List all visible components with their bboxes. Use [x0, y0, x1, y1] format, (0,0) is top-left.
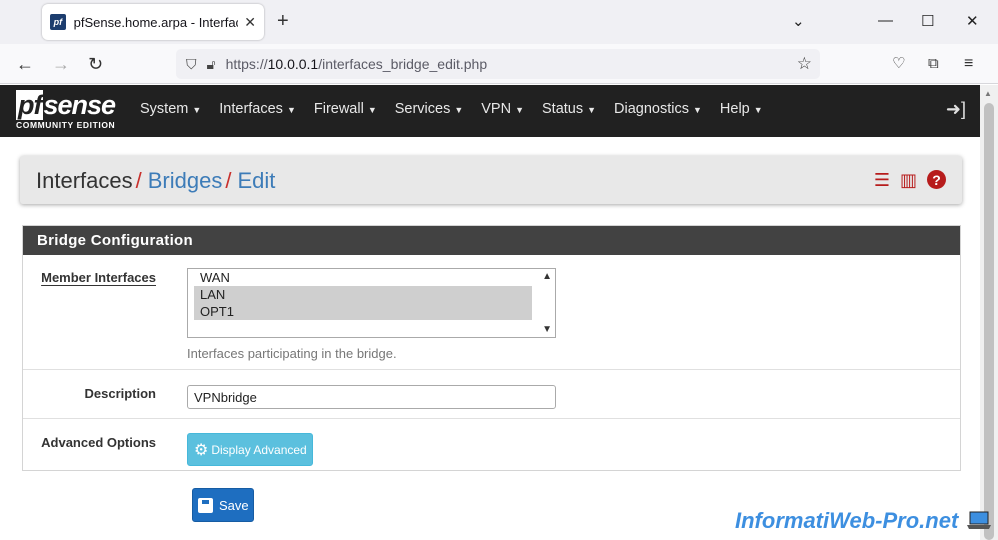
description-label: Description	[84, 386, 156, 401]
forward-arrow-icon[interactable]: →	[52, 54, 70, 74]
caret-down-icon: ▼	[192, 105, 202, 115]
pocket-icon[interactable]: ♡	[892, 54, 905, 74]
new-tab-icon[interactable]: +	[277, 11, 289, 31]
display-advanced-button[interactable]: ⚙ Display Advanced	[187, 433, 313, 466]
sliders-icon[interactable]: ☰	[874, 170, 890, 191]
breadcrumb-root: Interfaces	[36, 168, 133, 193]
option-lan[interactable]: LAN	[194, 286, 532, 303]
menu-help[interactable]: Help ▼	[720, 101, 763, 117]
menu-interfaces[interactable]: Interfaces ▼	[219, 101, 296, 117]
laptop-icon	[967, 511, 991, 529]
reload-icon[interactable]: ↻	[88, 54, 103, 74]
tab-title: pfSense.home.arpa - Interfaces: Bridges:…	[73, 14, 239, 30]
pfsense-logo[interactable]: pfsense COMMUNITY EDITION	[16, 90, 116, 130]
extensions-icon[interactable]: ⧉	[928, 54, 939, 74]
menu-system[interactable]: System ▼	[140, 101, 201, 117]
advanced-options-row: Advanced Options ⚙ Display Advanced	[23, 419, 960, 470]
tab-list-chevron-down-icon[interactable]: ⌄	[792, 12, 805, 30]
menu-diagnostics[interactable]: Diagnostics ▼	[614, 101, 702, 117]
lock-warning-icon[interactable]: 🔓︎	[207, 56, 216, 73]
breadcrumb-bridges-link[interactable]: Bridges	[148, 168, 223, 193]
maximize-icon[interactable]: ☐	[921, 12, 934, 30]
close-window-icon[interactable]: ✕	[966, 12, 979, 30]
browser-nav-bar: ← → ↻ ⛉ 🔓︎ https://10.0.0.1/interfaces_b…	[0, 44, 998, 84]
listbox-scroll-down-icon[interactable]: ▼	[542, 324, 552, 335]
menu-hamburger-icon[interactable]: ≡	[964, 54, 973, 74]
breadcrumb-panel: Interfaces / Bridges / Edit ☰ ▥ ?	[20, 156, 962, 204]
listbox-scroll-up-icon[interactable]: ▲	[542, 271, 552, 282]
scroll-up-icon[interactable]: ▲	[984, 89, 992, 98]
shield-icon[interactable]: ⛉	[186, 56, 197, 73]
description-row: Description VPNbridge	[23, 370, 960, 419]
member-interfaces-label: Member Interfaces	[41, 270, 156, 285]
menu-firewall[interactable]: Firewall ▼	[314, 101, 377, 117]
menu-vpn[interactable]: VPN ▼	[481, 101, 524, 117]
caret-down-icon: ▼	[454, 105, 464, 115]
caret-down-icon: ▼	[286, 105, 296, 115]
caret-down-icon: ▼	[693, 105, 702, 115]
minimize-icon[interactable]: —	[878, 12, 893, 29]
member-interfaces-help: Interfaces participating in the bridge.	[187, 346, 397, 361]
scrollbar-thumb[interactable]	[984, 103, 994, 540]
close-tab-icon[interactable]: ✕	[244, 14, 256, 31]
url-text[interactable]: https://10.0.0.1/interfaces_bridge_edit.…	[226, 56, 488, 72]
browser-tab-bar: pf pfSense.home.arpa - Interfaces: Bridg…	[0, 0, 998, 44]
caret-down-icon: ▼	[753, 105, 763, 115]
breadcrumb: Interfaces / Bridges / Edit	[36, 168, 276, 193]
back-arrow-icon[interactable]: ←	[16, 54, 34, 74]
description-input[interactable]: VPNbridge	[187, 385, 556, 409]
pfsense-favicon-icon: pf	[50, 14, 66, 30]
help-question-icon[interactable]: ?	[927, 170, 946, 189]
page-scrollbar[interactable]: ▲	[980, 85, 998, 540]
breadcrumb-edit-link[interactable]: Edit	[237, 168, 275, 193]
main-menu: System ▼ Interfaces ▼ Firewall ▼ Services ▼ …	[140, 101, 781, 117]
caret-down-icon: ▼	[587, 105, 597, 115]
panel-heading: Bridge Configuration	[23, 226, 960, 255]
save-button[interactable]: Save	[192, 488, 254, 522]
menu-services[interactable]: Services ▼	[395, 101, 464, 117]
bar-chart-icon[interactable]: ▥	[900, 170, 917, 191]
logout-icon[interactable]: ➜]	[946, 99, 966, 120]
option-opt1[interactable]: OPT1	[194, 303, 532, 320]
address-bar[interactable]: ⛉ 🔓︎ https://10.0.0.1/interfaces_bridge_…	[176, 49, 820, 79]
caret-down-icon: ▼	[515, 105, 525, 115]
gear-icon: ⚙	[194, 441, 209, 459]
browser-tab[interactable]: pf pfSense.home.arpa - Interfaces: Bridg…	[42, 4, 264, 40]
bookmark-star-icon[interactable]: ☆	[797, 54, 812, 74]
watermark: InformatiWeb-Pro.net	[735, 508, 959, 533]
advanced-options-label: Advanced Options	[41, 435, 156, 450]
floppy-disk-icon	[198, 497, 213, 513]
menu-status[interactable]: Status ▼	[542, 101, 596, 117]
option-wan[interactable]: WAN	[194, 269, 532, 286]
member-interfaces-row: Member Interfaces WAN LAN OPT1 ▲ ▼ Inter…	[23, 255, 960, 370]
caret-down-icon: ▼	[367, 105, 377, 115]
member-interfaces-listbox[interactable]: WAN LAN OPT1 ▲ ▼	[187, 268, 556, 338]
pfsense-navbar: pfsense COMMUNITY EDITION System ▼ Interf…	[0, 85, 980, 137]
bridge-configuration-panel: Bridge Configuration Member Interfaces W…	[22, 225, 961, 471]
